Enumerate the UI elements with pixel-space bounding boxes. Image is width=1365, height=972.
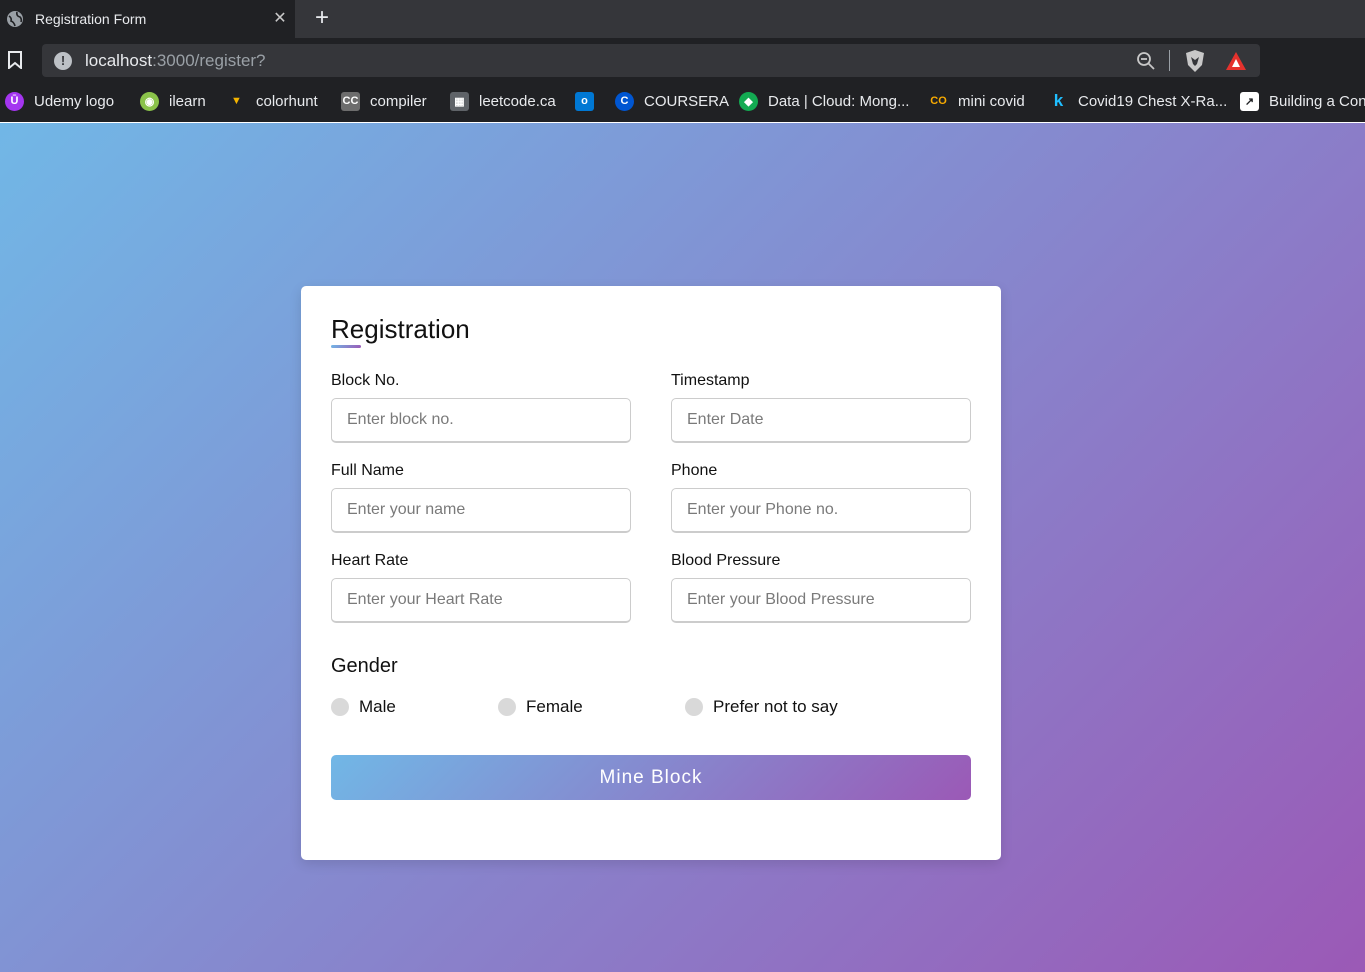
timestamp-field: Timestamp [671,372,971,443]
bookmark-label: colorhunt [256,92,318,110]
bookmark-label: Data | Cloud: Mong... [768,92,910,110]
bookmarks-bar: Ū Udemy logo ◉ ilearn ▼ colorhunt CC compiler ▦ l… [0,82,1365,122]
chart-icon: ↗ [1240,91,1259,111]
block-no-input[interactable] [331,398,631,443]
blood-pressure-label: Blood Pressure [671,552,781,569]
bookmark-item[interactable]: ▦ leetcode.ca [450,82,556,120]
bookmark-item[interactable]: ◉ ilearn [140,82,206,120]
bookmark-item[interactable]: ◆ Data | Cloud: Mong... [739,82,909,120]
block-no-field: Block No. [331,372,631,443]
url-host: localhost [85,51,153,70]
bookmark-label: Covid19 Chest X-Ra... [1078,92,1228,110]
radio-circle[interactable] [685,698,703,716]
divider [1169,50,1170,71]
radio-circle[interactable] [331,698,349,716]
bookmark-item[interactable]: o [575,82,604,120]
bookmark-icon[interactable] [7,51,23,69]
address-bar[interactable]: ! localhost:3000/register? [42,44,1260,77]
title-underline [331,345,361,348]
brave-shield-icon[interactable] [1184,49,1206,73]
active-tab[interactable]: Registration Form ✕ [0,0,295,38]
form-title: Registration [331,314,470,344]
blood-pressure-field: Blood Pressure [671,552,971,623]
bookmark-label: leetcode.ca [479,92,556,110]
bookmark-label: COURSERA [644,92,730,110]
bookmark-item[interactable]: CC compiler [341,82,427,120]
blood-pressure-input[interactable] [671,578,971,623]
bookmark-item[interactable]: C COURSERA [615,82,729,120]
globe-icon [7,11,23,27]
heart-rate-input[interactable] [331,578,631,623]
kaggle-icon: k [1053,91,1064,110]
site-info-icon[interactable]: ! [54,52,72,70]
heart-rate-field: Heart Rate [331,552,631,623]
timestamp-input[interactable] [671,398,971,443]
radio-label: Prefer not to say [713,697,838,716]
bookmark-item[interactable]: Ū Udemy logo [5,82,114,120]
phone-field: Phone [671,462,971,533]
timestamp-label: Timestamp [671,372,750,389]
bookmark-label: Building a Con [1269,92,1365,110]
bookmark-label: mini covid [958,92,1025,110]
url-path: :3000/register? [152,51,266,70]
full-name-input[interactable] [331,488,631,533]
phone-input[interactable] [671,488,971,533]
browser-toolbar: ! localhost:3000/register? [0,38,1365,82]
gender-option-male[interactable]: Male [331,697,396,717]
leetcode-icon: ▦ [450,91,469,111]
colorhunt-icon: ▼ [231,95,242,107]
gender-option-prefer-not[interactable]: Prefer not to say [685,697,838,717]
mongodb-icon: ◆ [739,91,758,111]
url-text[interactable]: localhost:3000/register? [85,51,266,71]
tab-title: Registration Form [35,11,147,27]
brave-rewards-icon[interactable] [1225,50,1247,72]
gender-title: Gender [331,655,398,677]
zoom-out-icon[interactable] [1136,51,1156,71]
bookmark-label: ilearn [169,92,206,110]
bookmark-label: compiler [370,92,427,110]
phone-label: Phone [671,462,718,479]
ilearn-icon: ◉ [140,91,159,111]
new-tab-button[interactable]: + [310,6,334,32]
bookmark-item[interactable]: k Covid19 Chest X-Ra... [1049,82,1227,120]
udemy-icon: Ū [5,91,24,111]
page-background: Registration Block No. Timestamp Full Na… [0,123,1365,972]
colab-icon: CO [930,95,947,107]
full-name-label: Full Name [331,462,404,479]
tab-strip: Registration Form ✕ + [0,0,1365,38]
bookmark-item[interactable]: ↗ Building a Con [1240,82,1365,120]
radio-label: Male [359,697,396,716]
heart-rate-label: Heart Rate [331,552,409,569]
radio-label: Female [526,697,583,716]
bookmark-label: Udemy logo [34,92,115,110]
outlook-icon: o [575,91,594,111]
coursera-icon: C [615,91,634,111]
bookmark-item[interactable]: ▼ colorhunt [227,82,318,120]
bookmark-item[interactable]: CO mini covid [929,82,1025,120]
gender-option-female[interactable]: Female [498,697,583,717]
registration-card: Registration Block No. Timestamp Full Na… [301,286,1001,860]
close-tab-icon[interactable]: ✕ [269,8,291,30]
block-no-label: Block No. [331,372,400,389]
compiler-icon: CC [341,91,360,111]
mine-block-button[interactable]: Mine Block [331,755,971,800]
full-name-field: Full Name [331,462,631,533]
radio-circle[interactable] [498,698,516,716]
